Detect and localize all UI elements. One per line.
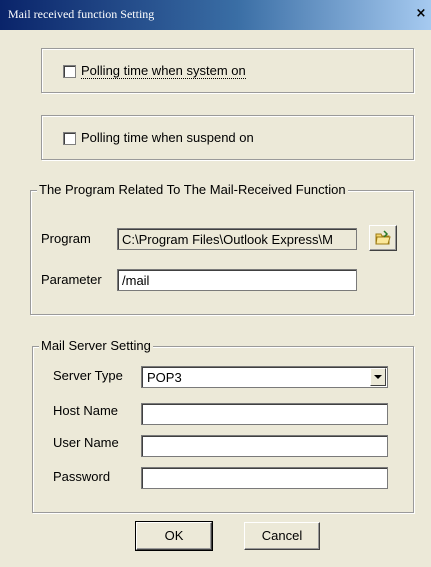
server-type-label: Server Type [53, 368, 123, 383]
polling-suspend-on-box: Polling time when suspend on [41, 115, 414, 160]
polling-suspend-on-checkbox[interactable] [63, 132, 76, 145]
polling-system-on-box: Polling time when system on [41, 48, 414, 93]
mail-server-group-legend: Mail Server Setting [39, 338, 153, 354]
chevron-down-icon[interactable] [370, 368, 386, 386]
program-group: The Program Related To The Mail-Received… [30, 182, 414, 315]
polling-system-on-checkbox[interactable] [63, 65, 76, 78]
user-name-label: User Name [53, 435, 119, 450]
program-label: Program [41, 231, 91, 246]
password-label: Password [53, 469, 111, 484]
cancel-button[interactable]: Cancel [244, 522, 320, 550]
polling-suspend-on-label[interactable]: Polling time when suspend on [81, 130, 254, 146]
close-icon[interactable]: × [413, 6, 429, 22]
host-name-label: Host Name [53, 403, 119, 418]
program-path-field[interactable]: C:\Program Files\Outlook Express\M [117, 228, 357, 250]
program-group-legend: The Program Related To The Mail-Received… [37, 182, 348, 198]
parameter-field[interactable]: /mail [117, 269, 357, 291]
host-name-field[interactable] [141, 403, 388, 425]
browse-program-button[interactable] [369, 225, 397, 251]
server-type-dropdown[interactable]: POP3 [141, 366, 388, 388]
server-type-value: POP3 [147, 370, 182, 385]
title-bar[interactable]: Mail received function Setting × [0, 0, 431, 30]
folder-browse-icon [375, 230, 391, 245]
parameter-label: Parameter [41, 272, 102, 287]
mail-server-group: Mail Server Setting Server Type POP3 Hos… [32, 338, 414, 513]
window-title: Mail received function Setting [8, 7, 155, 21]
mail-settings-dialog: Mail received function Setting × Polling… [0, 0, 431, 567]
user-name-field[interactable] [141, 435, 388, 457]
polling-system-on-label[interactable]: Polling time when system on [81, 63, 246, 79]
ok-button[interactable]: OK [135, 521, 213, 551]
password-field[interactable] [141, 467, 388, 489]
